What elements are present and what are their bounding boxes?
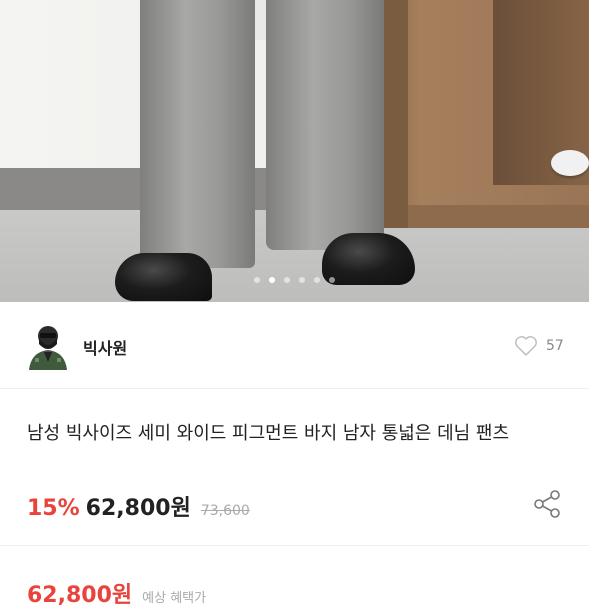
expected-benefit-price: 62,800원 bbox=[27, 583, 133, 608]
photo-cabinet-base bbox=[408, 205, 589, 228]
expected-benefit-label: 예상 혜택가 bbox=[142, 591, 207, 606]
photo-jeans-right-leg bbox=[266, 0, 384, 250]
carousel-dot[interactable] bbox=[329, 277, 335, 283]
photo-jeans-left-leg bbox=[140, 0, 255, 268]
seller-avatar[interactable] bbox=[27, 322, 69, 370]
like-button[interactable]: 57 bbox=[514, 335, 564, 356]
original-price: 73,600 bbox=[200, 503, 250, 519]
price-row: 15% 62,800원 73,600 bbox=[27, 490, 250, 522]
carousel-dot[interactable] bbox=[284, 277, 290, 283]
product-image-carousel[interactable] bbox=[0, 0, 589, 302]
expected-benefit-row: 62,800원 예상 혜택가 bbox=[27, 577, 206, 609]
discount-rate: 15% bbox=[27, 496, 80, 521]
carousel-dot[interactable] bbox=[269, 277, 275, 283]
share-icon[interactable] bbox=[531, 488, 563, 520]
like-count: 57 bbox=[546, 337, 564, 354]
section-divider bbox=[0, 545, 589, 546]
sale-price: 62,800원 bbox=[85, 496, 191, 521]
photo-puck-object bbox=[551, 150, 589, 176]
seller-name[interactable]: 빅사원 bbox=[83, 335, 127, 359]
carousel-dot[interactable] bbox=[254, 277, 260, 283]
carousel-dots[interactable] bbox=[0, 277, 589, 287]
carousel-dot[interactable] bbox=[314, 277, 320, 283]
carousel-dot[interactable] bbox=[299, 277, 305, 283]
seller-row[interactable]: 빅사원 57 bbox=[0, 302, 589, 389]
heart-outline-icon[interactable] bbox=[514, 335, 538, 356]
product-title: 남성 빅사이즈 세미 와이드 피그먼트 바지 남자 통넓은 데님 팬츠 bbox=[27, 423, 510, 444]
